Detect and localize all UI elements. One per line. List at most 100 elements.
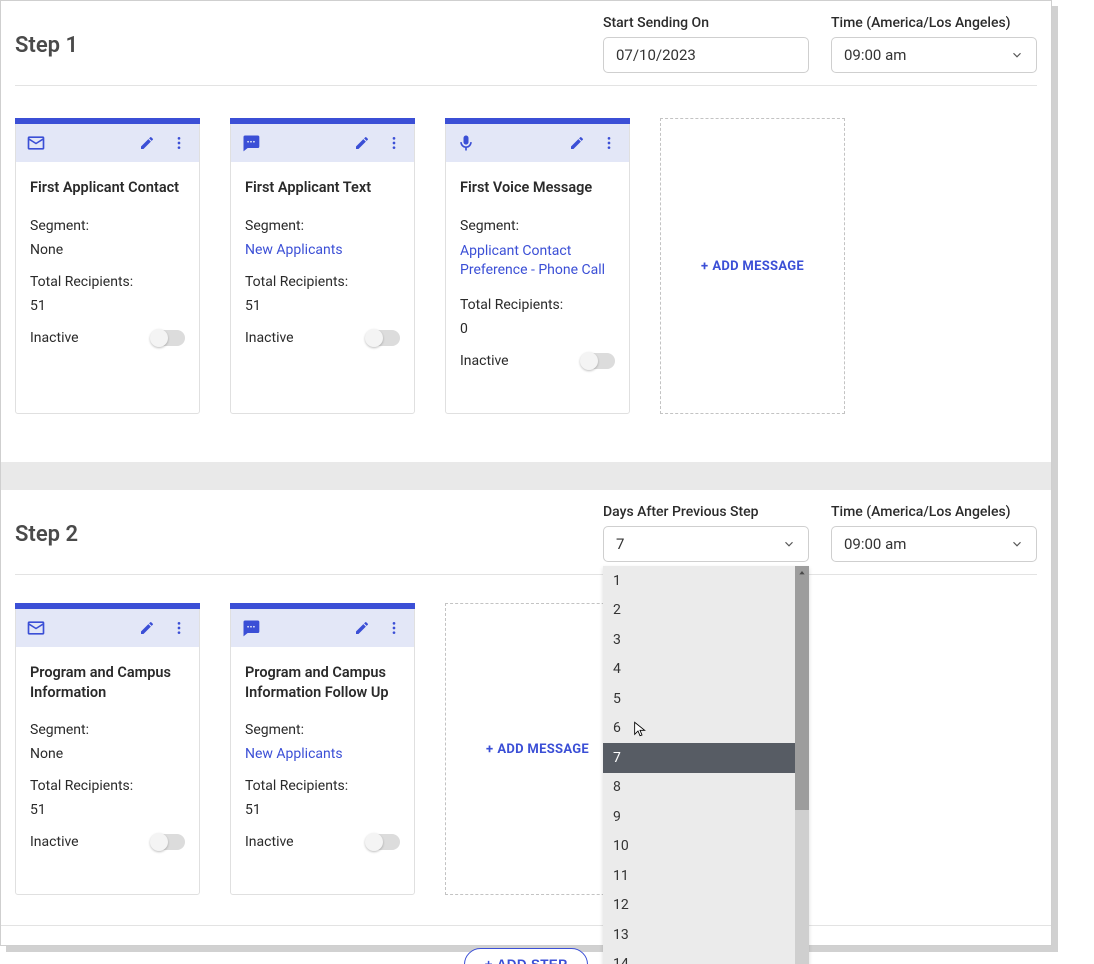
- sms-icon: [241, 133, 261, 153]
- scroll-track[interactable]: [795, 580, 809, 964]
- card-title: First Voice Message: [460, 178, 615, 198]
- recipients-value: 51: [30, 802, 185, 818]
- dropdown-scrollbar[interactable]: [795, 566, 809, 964]
- step1-time-select[interactable]: 09:00 am: [831, 37, 1037, 73]
- days-after-dropdown: 123456789101112131415: [603, 566, 809, 964]
- days-after-label: Days After Previous Step: [603, 504, 809, 520]
- step2-cards-row: Program and Campus Information Segment: …: [15, 603, 1037, 895]
- step-2-title: Step 2: [15, 504, 78, 547]
- step2-time-select[interactable]: 09:00 am: [831, 526, 1037, 562]
- segment-value: None: [30, 242, 185, 258]
- active-toggle[interactable]: [151, 834, 185, 850]
- dropdown-option[interactable]: 7: [603, 743, 795, 773]
- add-message-button[interactable]: +ADD MESSAGE: [660, 118, 845, 414]
- recipients-value: 51: [245, 298, 400, 314]
- scroll-thumb[interactable]: [795, 580, 809, 810]
- chevron-down-icon: [782, 537, 796, 551]
- kebab-menu-icon[interactable]: [384, 133, 404, 153]
- segment-label: Segment:: [245, 218, 400, 234]
- segment-label: Segment:: [30, 722, 185, 738]
- email-icon: [26, 618, 46, 638]
- days-after-select[interactable]: 7: [603, 526, 809, 562]
- chevron-down-icon: [1010, 48, 1024, 62]
- active-toggle[interactable]: [581, 353, 615, 369]
- status-text: Inactive: [245, 330, 294, 346]
- recipients-label: Total Recipients:: [30, 274, 185, 290]
- status-text: Inactive: [245, 834, 294, 850]
- dropdown-option[interactable]: 5: [603, 684, 795, 714]
- active-toggle[interactable]: [366, 834, 400, 850]
- message-card-sms: First Applicant Text Segment: New Applic…: [230, 118, 415, 414]
- step2-time-value: 09:00 am: [844, 535, 906, 553]
- message-card-voice: First Voice Message Segment: Applicant C…: [445, 118, 630, 414]
- step1-time-label: Time (America/Los Angeles): [831, 15, 1037, 31]
- dropdown-option[interactable]: 1: [603, 566, 795, 596]
- kebab-menu-icon[interactable]: [599, 133, 619, 153]
- recipients-label: Total Recipients:: [460, 297, 615, 313]
- dropdown-option[interactable]: 6: [603, 714, 795, 744]
- step1-cards-row: First Applicant Contact Segment: None To…: [15, 118, 1037, 414]
- edit-icon[interactable]: [137, 133, 157, 153]
- message-card-email: Program and Campus Information Segment: …: [15, 603, 200, 895]
- step-2-section: Step 2 Days After Previous Step 7 123456…: [1, 490, 1051, 964]
- recipients-value: 51: [245, 802, 400, 818]
- scroll-up-arrow[interactable]: [795, 566, 809, 580]
- sms-icon: [241, 618, 261, 638]
- segment-label: Segment:: [245, 722, 400, 738]
- edit-icon[interactable]: [567, 133, 587, 153]
- dropdown-option[interactable]: 14: [603, 950, 795, 964]
- dropdown-option[interactable]: 11: [603, 861, 795, 891]
- kebab-menu-icon[interactable]: [384, 618, 404, 638]
- dropdown-option[interactable]: 3: [603, 625, 795, 655]
- start-sending-input[interactable]: 07/10/2023: [603, 37, 809, 73]
- status-text: Inactive: [30, 330, 79, 346]
- recipients-label: Total Recipients:: [245, 778, 400, 794]
- card-title: Program and Campus Information Follow Up: [245, 663, 400, 702]
- segment-label: Segment:: [460, 218, 615, 234]
- email-icon: [26, 133, 46, 153]
- days-after-value: 7: [616, 535, 624, 553]
- recipients-label: Total Recipients:: [30, 778, 185, 794]
- card-title: First Applicant Contact: [30, 178, 185, 198]
- mic-icon: [456, 133, 476, 153]
- dropdown-option[interactable]: 13: [603, 920, 795, 950]
- step2-time-label: Time (America/Los Angeles): [831, 504, 1037, 520]
- start-sending-value: 07/10/2023: [616, 46, 696, 64]
- edit-icon[interactable]: [352, 618, 372, 638]
- step-1-section: Step 1 Start Sending On 07/10/2023 Time …: [1, 1, 1051, 490]
- message-card-email: First Applicant Contact Segment: None To…: [15, 118, 200, 414]
- card-title: Program and Campus Information: [30, 663, 185, 702]
- recipients-value: 0: [460, 321, 615, 337]
- segment-value[interactable]: Applicant Contact Preference - Phone Cal…: [460, 242, 615, 281]
- dropdown-option[interactable]: 9: [603, 802, 795, 832]
- dropdown-option[interactable]: 12: [603, 891, 795, 921]
- status-text: Inactive: [460, 353, 509, 369]
- dropdown-list: 123456789101112131415: [603, 566, 795, 964]
- dropdown-option[interactable]: 10: [603, 832, 795, 862]
- kebab-menu-icon[interactable]: [169, 133, 189, 153]
- segment-value[interactable]: New Applicants: [245, 242, 400, 258]
- add-message-label: ADD MESSAGE: [497, 742, 589, 757]
- status-text: Inactive: [30, 834, 79, 850]
- start-sending-label: Start Sending On: [603, 15, 809, 31]
- edit-icon[interactable]: [352, 133, 372, 153]
- active-toggle[interactable]: [151, 330, 185, 346]
- dropdown-option[interactable]: 2: [603, 596, 795, 626]
- recipients-value: 51: [30, 298, 185, 314]
- add-step-label: ADD STEP: [497, 957, 568, 964]
- dropdown-option[interactable]: 4: [603, 655, 795, 685]
- step1-time-value: 09:00 am: [844, 46, 906, 64]
- segment-value: None: [30, 746, 185, 762]
- dropdown-option[interactable]: 8: [603, 773, 795, 803]
- recipients-label: Total Recipients:: [245, 274, 400, 290]
- step-1-title: Step 1: [15, 15, 78, 58]
- message-card-sms: Program and Campus Information Follow Up…: [230, 603, 415, 895]
- card-title: First Applicant Text: [245, 178, 400, 198]
- segment-value[interactable]: New Applicants: [245, 746, 400, 762]
- edit-icon[interactable]: [137, 618, 157, 638]
- active-toggle[interactable]: [366, 330, 400, 346]
- footer: +ADD STEP: [1, 925, 1051, 964]
- chevron-down-icon: [1010, 537, 1024, 551]
- kebab-menu-icon[interactable]: [169, 618, 189, 638]
- add-step-button[interactable]: +ADD STEP: [464, 948, 589, 964]
